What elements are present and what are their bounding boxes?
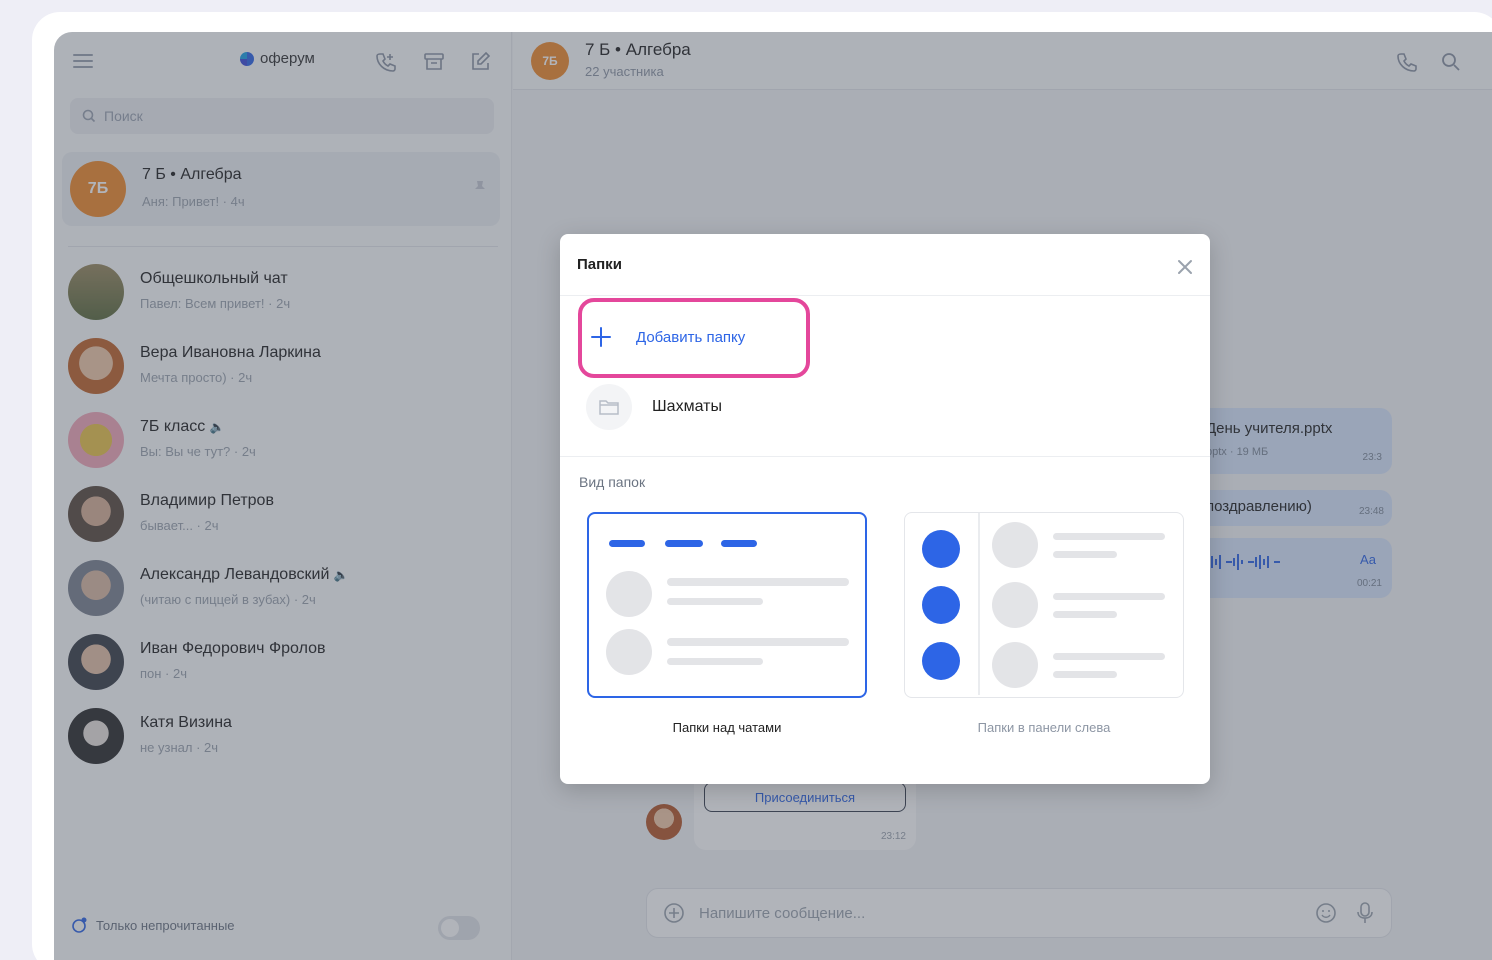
option-caption: Папки в панели слева xyxy=(977,720,1111,735)
folders-above-chats-option[interactable] xyxy=(587,512,867,698)
option-caption: Папки над чатами xyxy=(672,720,782,735)
section-label: Вид папок xyxy=(579,474,646,490)
folder-icon xyxy=(586,384,632,430)
layout-left-preview-icon xyxy=(922,513,1165,697)
close-icon[interactable] xyxy=(1172,254,1198,280)
layout-top-preview-icon xyxy=(606,540,849,675)
dialog-header: Папки xyxy=(560,234,1210,296)
divider xyxy=(560,456,1210,457)
folders-dialog: Папки Добавить папку Шахматы Вид папок П… xyxy=(560,234,1210,784)
highlight-frame xyxy=(578,298,810,378)
folder-name: Шахматы xyxy=(652,398,722,415)
folders-left-panel-option[interactable] xyxy=(904,512,1184,698)
folder-item[interactable]: Шахматы xyxy=(586,384,722,430)
dialog-title: Папки xyxy=(577,256,622,273)
